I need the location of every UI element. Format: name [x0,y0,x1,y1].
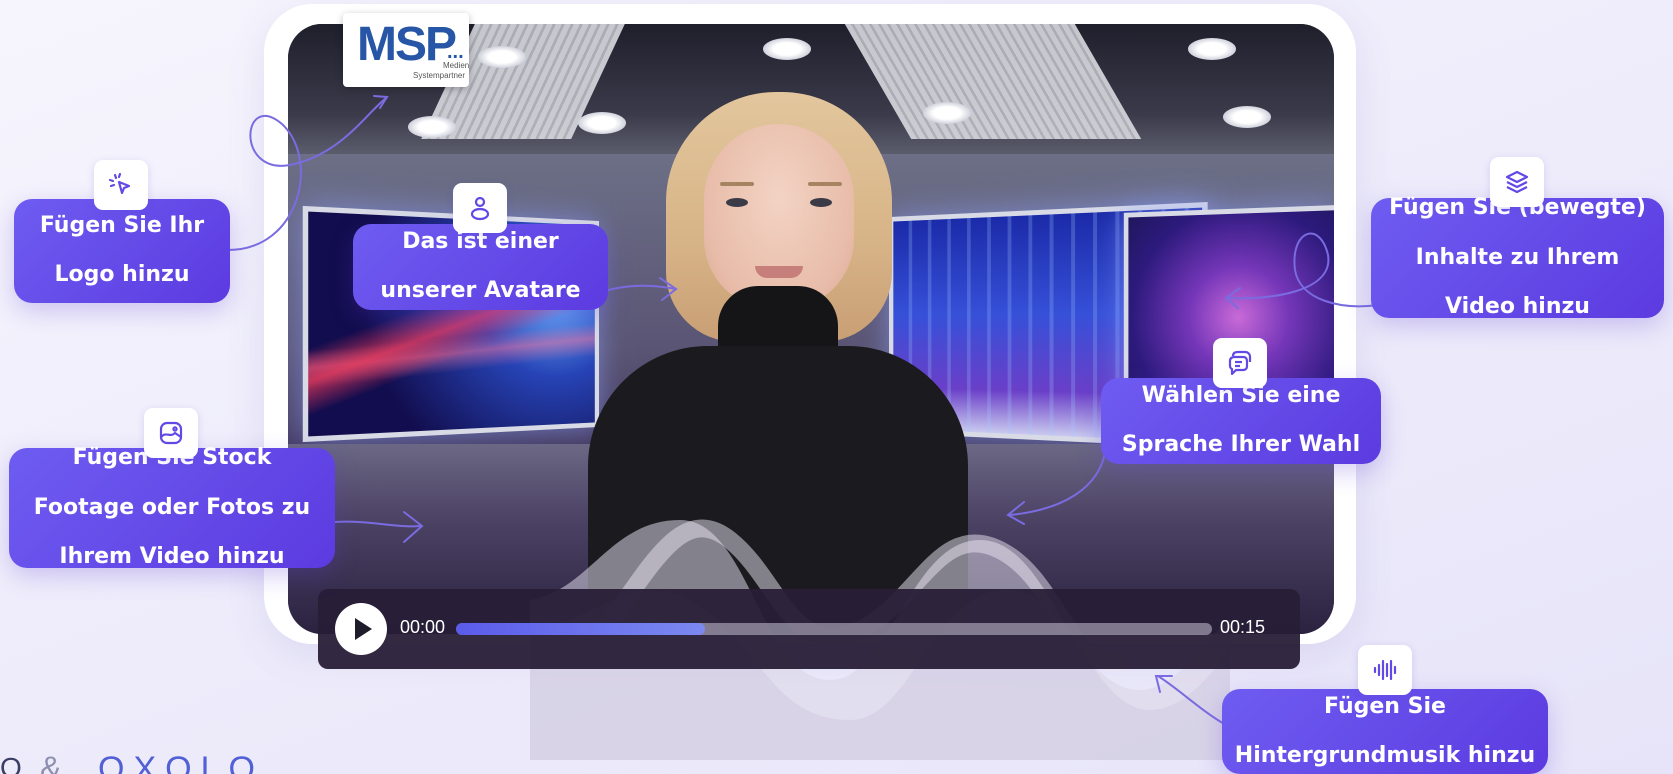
chat-bubbles-icon [1213,338,1267,388]
oxolo-wordmark: OXOLO [98,750,264,774]
callout-stock-footage: Fügen Sie Stock Footage oder Fotos zu Ih… [9,448,335,568]
play-icon [355,618,372,640]
msp-logo: MSP ... Medien Systempartner [343,13,469,87]
brand-footer: Q & OXOLO [0,748,280,774]
callout-moving-content: Fügen Sie (bewegte) Inhalte zu Ihrem Vid… [1371,198,1664,318]
current-time: 00:00 [400,617,445,638]
avatar-eye-right [810,198,832,207]
layers-icon [1490,157,1544,207]
callout-background-music: Fügen Sie Hintergrundmusik hinzu [1222,689,1548,774]
soundwave-icon [1358,645,1412,695]
avatar-brow-right [808,182,842,186]
end-time: 00:15 [1220,617,1265,638]
avatar-presenter [288,24,1334,634]
avatar-brow-left [720,182,754,186]
avatar-lips [755,266,803,278]
image-icon [144,408,198,458]
callout-add-logo: Fügen Sie Ihr Logo hinzu [14,199,230,303]
person-icon [453,183,507,233]
avatar-eye-left [726,198,748,207]
callout-language: Wählen Sie eine Sprache Ihrer Wahl [1101,378,1381,464]
callout-avatar: Das ist einer unserer Avatare [353,224,608,310]
progress-fill [456,623,705,635]
video-player-controls: 00:00 00:15 [318,589,1300,669]
play-button[interactable] [335,603,387,655]
avatar-face [704,124,854,309]
cursor-sparkle-icon [94,160,148,210]
progress-track[interactable] [456,623,1212,635]
